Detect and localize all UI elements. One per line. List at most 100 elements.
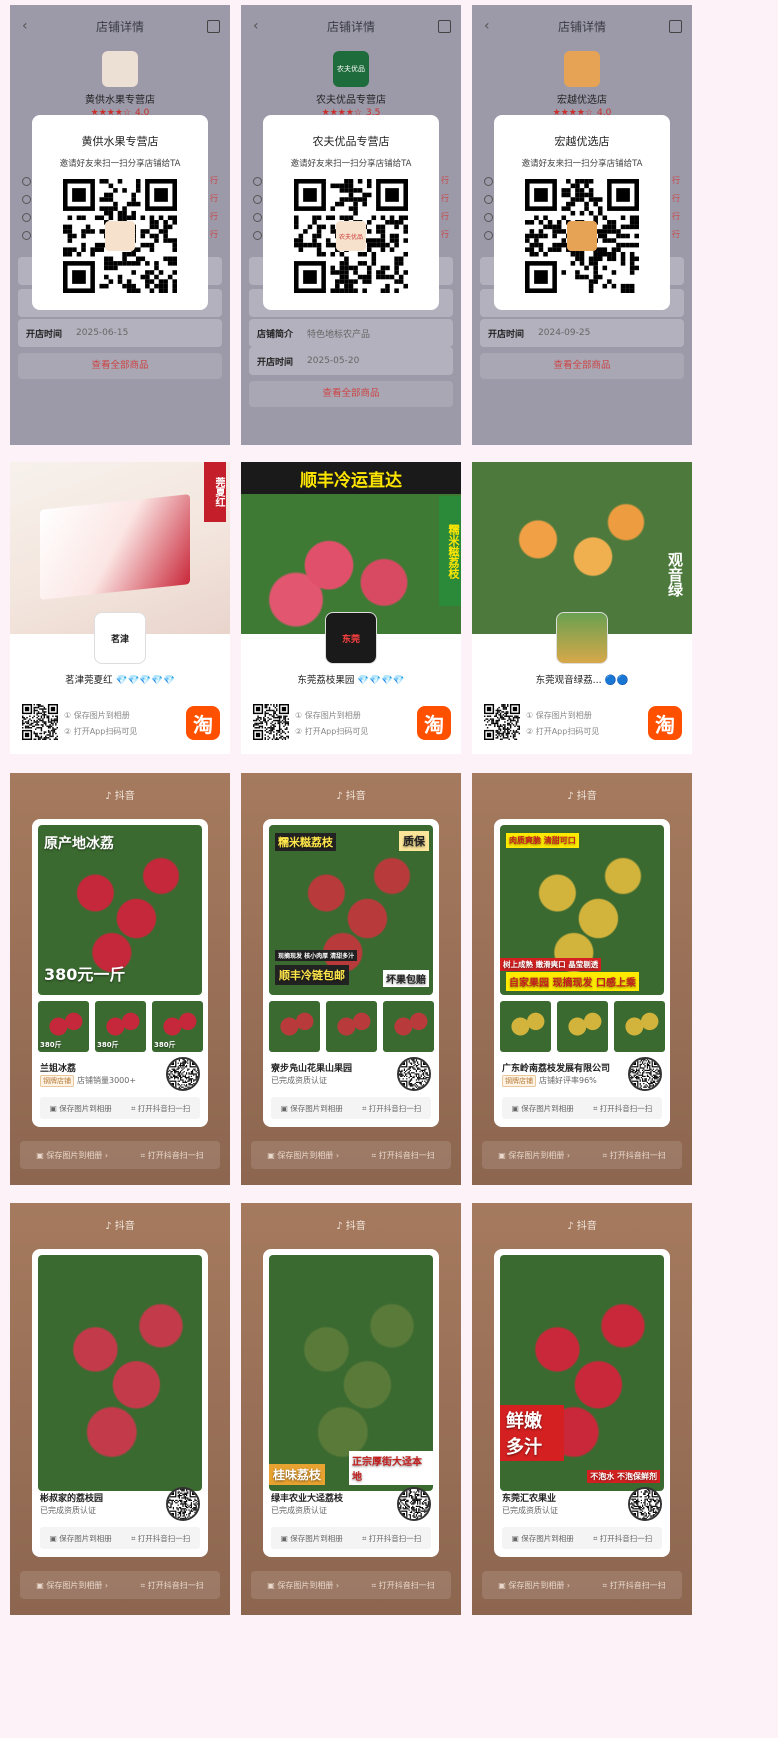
open-douyin-scan-button[interactable]: ⌗ 打开抖音扫一扫 [372, 1580, 435, 1591]
save-image-button[interactable]: ▣ 保存图片到相册 [512, 1103, 574, 1114]
back-icon[interactable]: ‹ [22, 18, 28, 34]
bottom-actions: ▣ 保存图片到相册 › ⌗ 打开抖音扫一扫 [251, 1571, 451, 1599]
product-thumbnail[interactable] [269, 1001, 320, 1052]
open-douyin-scan-button[interactable]: ⌗ 打开抖音扫一扫 [593, 1103, 652, 1114]
card-actions: ▣ 保存图片到相册 ⌗ 打开抖音扫一扫 [502, 1527, 662, 1549]
shop-subtitle: 钢牌店铺 店铺好评率96% [502, 1075, 597, 1087]
save-image-button[interactable]: ▣ 保存图片到相册 › [267, 1150, 339, 1161]
open-douyin-scan-button[interactable]: ⌗ 打开抖音扫一扫 [603, 1580, 666, 1591]
product-thumbnail[interactable] [557, 1001, 608, 1052]
product-card: 肉质爽脆 清甜可口 自家果园 现摘现发 口感上乘 树上成熟 嫩滑爽口 晶莹剔透 … [494, 819, 670, 1127]
save-image-button[interactable]: ▣ 保存图片到相册 › [36, 1580, 108, 1591]
open-douyin-scan-button[interactable]: ⌗ 打开抖音扫一扫 [141, 1150, 204, 1161]
save-image-button[interactable]: ▣ 保存图片到相册 [50, 1103, 112, 1114]
back-icon[interactable]: ‹ [253, 18, 259, 34]
save-image-button[interactable]: ▣ 保存图片到相册 › [498, 1150, 570, 1161]
card-actions: ▣ 保存图片到相册 ⌗ 打开抖音扫一扫 [40, 1097, 200, 1119]
product-image: 莞夏红 [10, 462, 230, 634]
shop-qr-code[interactable] [484, 704, 520, 740]
qr-code[interactable] [63, 179, 177, 293]
shop-qr-code[interactable] [22, 704, 58, 740]
card-actions: ▣ 保存图片到相册 ⌗ 打开抖音扫一扫 [40, 1527, 200, 1549]
back-icon[interactable]: ‹ [484, 18, 490, 34]
promo-strip: 现摘现发 核小肉厚 清甜多汁 [275, 950, 358, 961]
open-douyin-scan-button[interactable]: ⌗ 打开抖音扫一扫 [593, 1533, 652, 1544]
promo-text-1: 鲜嫩多汁 [500, 1405, 564, 1461]
open-douyin-scan-button[interactable]: ⌗ 打开抖音扫一扫 [372, 1150, 435, 1161]
promo-text-2: 顺丰冷链包邮 [275, 965, 349, 985]
douyin-qr-code[interactable] [166, 1057, 200, 1091]
open-douyin-scan-button[interactable]: ⌗ 打开抖音扫一扫 [362, 1533, 421, 1544]
qr-share-card: 农夫优品专营店 邀请好友来扫一扫分享店铺给TA 农夫优品 [263, 115, 439, 310]
shop-subtitle: 已完成资质认证 [271, 1506, 327, 1515]
save-image-button[interactable]: ▣ 保存图片到相册 [50, 1533, 112, 1544]
product-card: 原产地冰荔 380元一斤 380斤 380斤 380斤 兰姐冰荔 钢牌店铺 店铺销量3… [32, 819, 208, 1127]
product-card: 桂味荔枝 正宗厚街大迳本地 绿丰农业大迳荔枝 已完成资质认证 ▣ 保存图片到相册… [263, 1249, 439, 1557]
product-thumbnail[interactable] [383, 1001, 434, 1052]
douyin-share-card: ♪ 抖音 糯米糍荔枝 顺丰冷链包邮 质保 坏果包赔 现摘现发 核小肉厚 清甜多汁… [241, 773, 461, 1185]
product-thumbnail[interactable]: 380斤 [95, 1001, 146, 1052]
step-open: ② 打开App扫码可见 [64, 727, 138, 736]
store-logo [564, 51, 600, 87]
save-image-button[interactable]: ▣ 保存图片到相册 › [267, 1580, 339, 1591]
product-image: 糯米糍荔枝 顺丰冷链包邮 质保 坏果包赔 现摘现发 核小肉厚 清甜多汁 [269, 825, 433, 995]
taobao-icon[interactable]: 淘 [417, 706, 451, 740]
product-thumbnail[interactable]: 380斤 [38, 1001, 89, 1052]
step-open: ② 打开App扫码可见 [295, 727, 369, 736]
store-detail-panel: ‹ 店铺详情 农夫优品 农夫优品专营店 ★★★★☆ 3.5 行行行行 店铺简介 特色地… [241, 5, 461, 445]
product-image: 观音绿 [472, 462, 692, 634]
store-name: 农夫优品专营店 [316, 95, 386, 106]
card-actions: ▣ 保存图片到相册 ⌗ 打开抖音扫一扫 [271, 1097, 431, 1119]
open-douyin-scan-button[interactable]: ⌗ 打开抖音扫一扫 [141, 1580, 204, 1591]
save-image-button[interactable]: ▣ 保存图片到相册 [512, 1533, 574, 1544]
share-icon[interactable] [669, 19, 682, 33]
save-image-button[interactable]: ▣ 保存图片到相册 [281, 1533, 343, 1544]
taobao-share-card: 莞夏红 茗津 茗津莞夏红 💎💎💎💎💎 ① 保存图片到相册 ② 打开App扫码可见 … [10, 462, 230, 754]
douyin-qr-code[interactable] [397, 1487, 431, 1521]
douyin-qr-code[interactable] [628, 1057, 662, 1091]
product-image: 桂味荔枝 正宗厚街大迳本地 [269, 1255, 433, 1491]
taobao-icon[interactable]: 淘 [648, 706, 682, 740]
variety-label: 观音绿 [666, 552, 684, 597]
product-thumbnail[interactable]: 380斤 [152, 1001, 203, 1052]
product-thumbnail[interactable] [614, 1001, 665, 1052]
save-image-button[interactable]: ▣ 保存图片到相册 [281, 1103, 343, 1114]
save-image-button[interactable]: ▣ 保存图片到相册 › [36, 1150, 108, 1161]
share-icon[interactable] [438, 19, 451, 33]
view-all-goods-button[interactable]: 查看全部商品 [249, 381, 453, 407]
step-save: ① 保存图片到相册 [526, 711, 592, 720]
douyin-qr-code[interactable] [166, 1487, 200, 1521]
share-icon[interactable] [207, 19, 220, 33]
shop-qr-code[interactable] [253, 704, 289, 740]
product-image [38, 1255, 202, 1491]
product-thumbnail[interactable] [500, 1001, 551, 1052]
douyin-qr-code[interactable] [628, 1487, 662, 1521]
store-name: 宏越优选店 [557, 95, 607, 106]
view-all-goods-button[interactable]: 查看全部商品 [18, 353, 222, 379]
view-all-goods-button[interactable]: 查看全部商品 [480, 353, 684, 379]
promo-tag: 质保 [399, 831, 429, 851]
taobao-icon[interactable]: 淘 [186, 706, 220, 740]
douyin-share-card: ♪ 抖音 桂味荔枝 正宗厚街大迳本地 绿丰农业大迳荔枝 已完成资质认证 ▣ 保存… [241, 1203, 461, 1615]
open-douyin-scan-button[interactable]: ⌗ 打开抖音扫一扫 [131, 1103, 190, 1114]
save-image-button[interactable]: ▣ 保存图片到相册 › [498, 1580, 570, 1591]
brand-banner: 莞夏红 [204, 462, 226, 522]
shop-name: 东莞荔枝果园 💎💎💎💎 [297, 675, 405, 686]
page-title: 店铺详情 [557, 19, 606, 34]
promo-text-1: 原产地冰荔 [44, 836, 114, 852]
qr-code[interactable]: 农夫优品 [294, 179, 408, 293]
shop-subtitle: 已完成资质认证 [502, 1506, 558, 1515]
qr-store-title: 农夫优品专营店 [312, 135, 390, 148]
open-douyin-scan-button[interactable]: ⌗ 打开抖音扫一扫 [362, 1103, 421, 1114]
open-douyin-scan-button[interactable]: ⌗ 打开抖音扫一扫 [131, 1533, 190, 1544]
douyin-qr-code[interactable] [397, 1057, 431, 1091]
qr-code[interactable] [525, 179, 639, 293]
product-thumbnail[interactable] [326, 1001, 377, 1052]
product-card: 彬叔家的荔枝园 已完成资质认证 ▣ 保存图片到相册 ⌗ 打开抖音扫一扫 [32, 1249, 208, 1557]
open-date-row: 开店时间 2024-09-25 [480, 319, 684, 347]
product-card: 鲜嫩多汁 不泡水 不泡保鲜剂 东莞汇农果业 已完成资质认证 ▣ 保存图片到相册 … [494, 1249, 670, 1557]
promo-text-1: 肉质爽脆 清甜可口 [506, 833, 579, 848]
open-douyin-scan-button[interactable]: ⌗ 打开抖音扫一扫 [603, 1150, 666, 1161]
promo-banner: 顺丰冷运直达 [241, 462, 461, 494]
qr-store-title: 宏越优选店 [554, 135, 610, 148]
